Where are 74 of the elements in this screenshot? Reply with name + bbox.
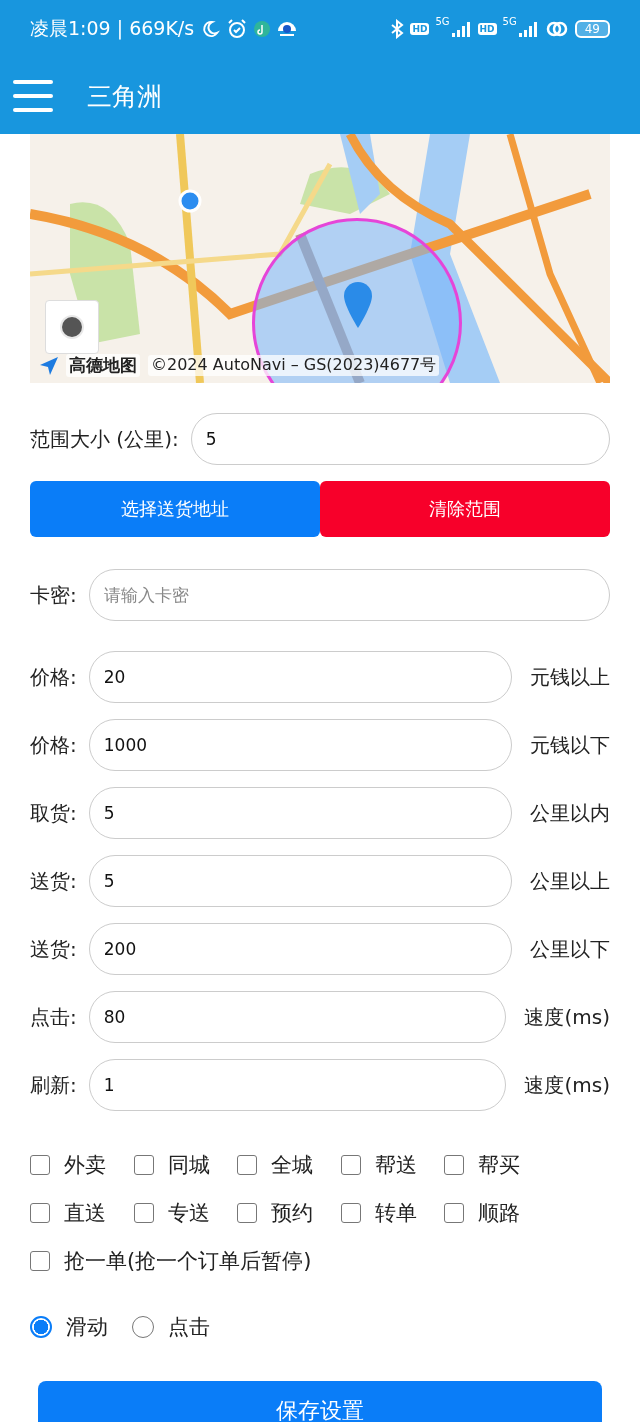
signal-icon: [518, 21, 539, 37]
field-label: 卡密:: [30, 581, 77, 609]
field-label: 送货:: [30, 867, 77, 895]
field-label: 送货:: [30, 935, 77, 963]
field-unit: 公里以内: [530, 799, 610, 827]
signal-icon: [451, 21, 472, 37]
field-unit: 公里以下: [530, 935, 610, 963]
checkbox[interactable]: [30, 1251, 50, 1271]
checkbox[interactable]: [133, 1155, 154, 1175]
field-unit: 速度(ms): [524, 1003, 610, 1031]
field-unit: 元钱以上: [530, 663, 610, 691]
checkbox-label: 全城: [271, 1152, 313, 1179]
clear-button[interactable]: 清除范围: [320, 481, 610, 537]
radio-button[interactable]: [30, 1316, 52, 1338]
moon-icon: [200, 19, 221, 39]
checkbox-label: 直送: [64, 1200, 106, 1227]
checkbox[interactable]: [30, 1203, 50, 1223]
input-field[interactable]: 80: [88, 991, 507, 1043]
battery-indicator: 49: [574, 20, 610, 38]
field-unit: 速度(ms): [524, 1071, 610, 1099]
checkbox[interactable]: [133, 1203, 154, 1223]
radio-label: 滑动: [66, 1314, 108, 1341]
music-app-icon: [254, 21, 271, 37]
input-field[interactable]: 1000: [88, 719, 512, 771]
input-field[interactable]: 20: [88, 651, 512, 703]
field-label: 取货:: [30, 799, 77, 827]
input-field[interactable]: 200: [88, 923, 512, 975]
range-label: 范围大小 (公里):: [30, 425, 179, 453]
checkbox[interactable]: [237, 1203, 257, 1223]
card-key-input[interactable]: 请输入卡密: [88, 569, 610, 621]
link-icon: [544, 20, 569, 38]
network-label: 5G: [502, 16, 517, 27]
checkbox-label: 抢一单(抢一个订单后暂停): [64, 1248, 312, 1275]
hd-badge: HD: [477, 23, 497, 35]
checkbox-label: 外卖: [64, 1152, 106, 1179]
location-pin-icon: [343, 282, 373, 328]
checkbox-label: 帮买: [478, 1152, 520, 1179]
checkbox[interactable]: [340, 1203, 361, 1223]
field-unit: 元钱以下: [530, 731, 610, 759]
checkbox[interactable]: [340, 1155, 361, 1175]
range-input[interactable]: 5: [190, 413, 610, 465]
field-label: 点击:: [30, 1003, 77, 1031]
hd-badge: HD: [410, 23, 430, 35]
checkbox-label: 帮送: [374, 1152, 417, 1179]
app-title: 三角洲: [87, 80, 162, 113]
field-label: 价格:: [30, 731, 77, 759]
checkbox-label: 顺路: [478, 1200, 520, 1227]
address-button[interactable]: 选择送货地址: [30, 481, 320, 537]
input-field[interactable]: 5: [88, 855, 512, 907]
record-dot-icon: [59, 314, 85, 340]
field-unit: 公里以上: [530, 867, 610, 895]
checkbox-label: 同城: [167, 1152, 210, 1179]
arrow-icon: [40, 356, 58, 375]
status-time: 凌晨1:09 | 669K/s: [30, 16, 195, 42]
save-button[interactable]: 保存设置: [38, 1381, 602, 1422]
radio-label: 点击: [168, 1314, 210, 1341]
field-label: 价格:: [30, 663, 77, 691]
map-attribution: ©2024 AutoNavi – GS(2023)4677号: [148, 355, 440, 376]
checkbox-label: 专送: [167, 1200, 210, 1227]
checkbox-label: 预约: [271, 1200, 313, 1227]
network-label: 5G: [435, 16, 450, 27]
bluetooth-icon: [390, 19, 405, 39]
checkbox[interactable]: [30, 1155, 50, 1175]
locate-button[interactable]: [45, 300, 99, 354]
map-logo: 高德地图: [66, 354, 140, 377]
checkbox[interactable]: [444, 1203, 464, 1223]
field-label: 刷新:: [30, 1071, 77, 1099]
checkbox-label: 转单: [374, 1200, 417, 1227]
eye-app-icon: [276, 19, 299, 39]
input-field[interactable]: 1: [88, 1059, 507, 1111]
input-field[interactable]: 5: [88, 787, 512, 839]
checkbox[interactable]: [444, 1155, 464, 1175]
menu-icon[interactable]: [13, 79, 53, 113]
checkbox[interactable]: [237, 1155, 257, 1175]
